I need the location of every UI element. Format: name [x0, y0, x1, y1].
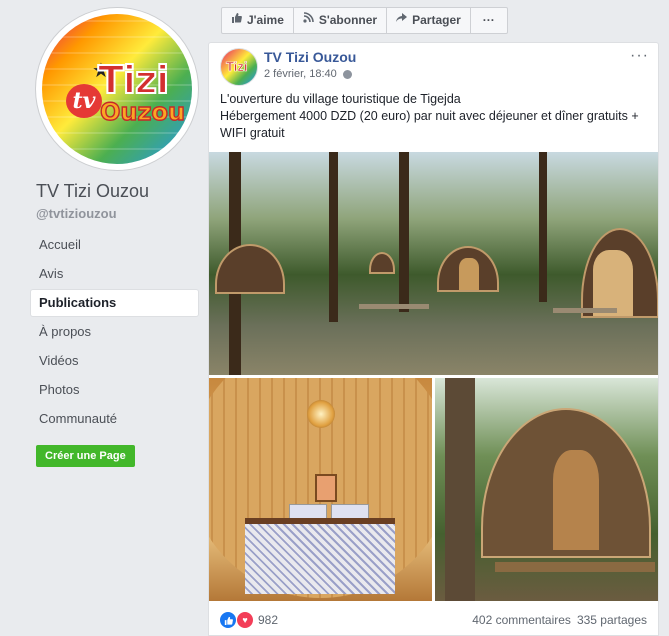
love-reaction-icon: ♥	[236, 611, 254, 629]
pod-cabin	[437, 246, 499, 292]
more-options-label: ···	[482, 13, 495, 27]
post-menu-button[interactable]: ···	[630, 47, 649, 65]
wooden-deck	[495, 562, 655, 572]
pod-side	[593, 250, 633, 316]
subscribe-label: S'abonner	[318, 13, 378, 27]
post-date-text: 2 février, 18:40	[264, 68, 337, 80]
nav-item-avis[interactable]: Avis	[31, 261, 198, 287]
comments-count[interactable]: 402 commentaires	[472, 613, 571, 627]
post-avatar-logo-text: Tizi	[226, 59, 248, 75]
post-timestamp[interactable]: 2 février, 18:40	[264, 68, 352, 80]
logo-ouzou-text: Ouzou	[99, 97, 186, 126]
reactions-summary[interactable]: ♥ 982	[219, 611, 278, 629]
page-action-bar: J'aime S'abonner Partager ···	[221, 7, 508, 34]
nav-item-videos[interactable]: Vidéos	[31, 348, 198, 374]
post-author-name[interactable]: TV Tizi Ouzou	[264, 49, 356, 65]
subscribe-button[interactable]: S'abonner	[293, 7, 388, 34]
page-logo-image: tv ★ Tizi Ouzou	[42, 14, 192, 164]
share-page-label: Partager	[412, 13, 461, 27]
like-reaction-icon	[219, 611, 237, 629]
post-text: L'ouverture du village touristique de Ti…	[220, 91, 650, 142]
bed	[245, 518, 395, 594]
thumbs-up-icon	[231, 8, 242, 33]
pod-door	[553, 450, 599, 550]
post-photo-interior[interactable]	[209, 378, 432, 601]
page-title[interactable]: TV Tizi Ouzou	[36, 181, 149, 202]
page-handle[interactable]: @tvtiziouzou	[36, 206, 117, 221]
tree-trunk	[329, 152, 338, 322]
rss-icon	[303, 8, 314, 33]
globe-icon	[342, 69, 352, 79]
shares-count[interactable]: 335 partages	[577, 613, 647, 627]
more-options-button[interactable]: ···	[470, 7, 508, 34]
picnic-table	[359, 304, 429, 309]
pod-cabin	[581, 228, 658, 318]
like-page-button[interactable]: J'aime	[221, 7, 294, 34]
share-page-button[interactable]: Partager	[387, 7, 471, 34]
picnic-table	[553, 308, 617, 313]
tree-trunk	[445, 378, 475, 601]
like-page-label: J'aime	[247, 13, 284, 27]
page-avatar[interactable]: tv ★ Tizi Ouzou	[36, 8, 198, 170]
ceiling-lamp	[307, 400, 335, 428]
logo-tv-text: tv	[66, 84, 102, 118]
post-card: Tizi TV Tizi Ouzou 2 février, 18:40 ··· …	[208, 42, 659, 636]
nav-item-accueil[interactable]: Accueil	[31, 232, 198, 258]
post-text-line-1: L'ouverture du village touristique de Ti…	[220, 92, 461, 106]
nav-item-photos[interactable]: Photos	[31, 377, 198, 403]
logo-tizi-text: Tizi	[97, 57, 170, 103]
pod-cabin	[481, 408, 651, 558]
pod-cabin	[369, 252, 395, 274]
page-sidebar: tv ★ Tizi Ouzou TV Tizi Ouzou @tvtiziouz…	[0, 0, 210, 636]
share-arrow-icon	[396, 8, 408, 33]
wall-picture	[315, 474, 337, 502]
tree-trunk	[539, 152, 547, 302]
post-text-line-2: Hébergement 4000 DZD (20 euro) par nuit …	[220, 109, 639, 140]
nav-item-publications[interactable]: Publications	[31, 290, 198, 316]
page-nav: Accueil Avis Publications À propos Vidéo…	[31, 232, 198, 435]
pod-door	[459, 258, 479, 290]
tree-trunk	[399, 152, 409, 312]
reactions-count: 982	[258, 613, 279, 627]
post-author-avatar[interactable]: Tizi	[220, 48, 258, 86]
post-photo-exterior[interactable]	[435, 378, 658, 601]
post-photo-campsite[interactable]	[209, 152, 658, 375]
create-page-button[interactable]: Créer une Page	[36, 445, 135, 467]
pod-cabin	[215, 244, 285, 294]
nav-item-communaute[interactable]: Communauté	[31, 406, 198, 432]
engagement-counts: 402 commentaires 335 partages	[472, 613, 647, 627]
nav-item-a-propos[interactable]: À propos	[31, 319, 198, 345]
